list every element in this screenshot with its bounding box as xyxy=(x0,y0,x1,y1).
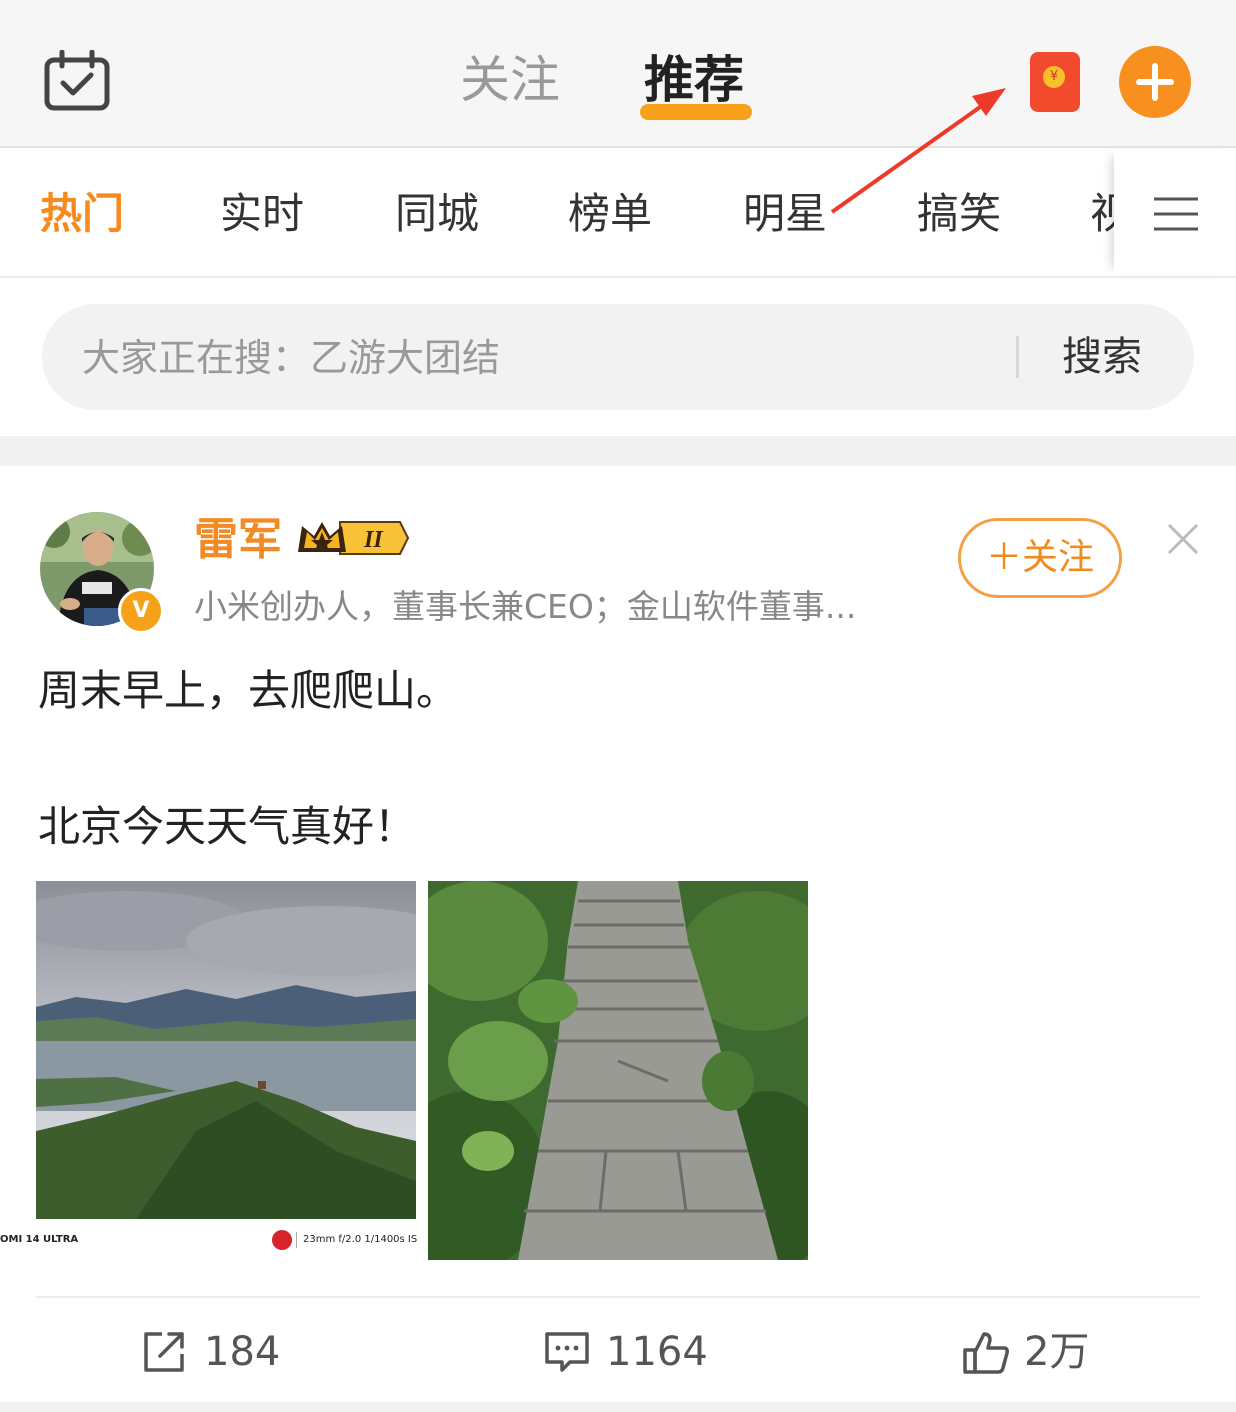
like-button[interactable]: 2万 xyxy=(962,1326,1102,1378)
channel-tab-realtime[interactable]: 实时 xyxy=(220,186,304,242)
channel-tab-local[interactable]: 同城 xyxy=(395,186,479,242)
comment-button[interactable]: 1164 xyxy=(544,1326,724,1378)
red-packet-coin: ¥ xyxy=(1043,66,1065,88)
repost-button[interactable]: 184 xyxy=(142,1326,302,1378)
thumbs-up-icon xyxy=(963,1332,1009,1374)
photo-watermark-model: OMI 14 ULTRA xyxy=(0,1234,79,1245)
search-divider xyxy=(1016,336,1019,378)
author-name[interactable]: 雷军 xyxy=(194,512,282,568)
search-button[interactable]: 搜索 xyxy=(1062,330,1142,384)
leica-logo-icon xyxy=(272,1230,292,1250)
channel-tab-celebrity[interactable]: 明星 xyxy=(743,186,827,242)
tab-recommend[interactable]: 推荐 xyxy=(644,48,744,112)
action-bar-divider xyxy=(36,1296,1200,1298)
share-icon xyxy=(144,1332,184,1372)
tab-follow[interactable]: 关注 xyxy=(460,48,560,112)
photo-watermark-exif: 23mm f/2.0 1/1400s IS xyxy=(303,1234,418,1245)
menu-icon[interactable] xyxy=(1154,196,1198,232)
watermark-separator xyxy=(296,1232,297,1248)
channel-tab-ranking[interactable]: 榜单 xyxy=(568,186,652,242)
post-photo-stairs[interactable] xyxy=(428,881,808,1260)
comment-count: 1164 xyxy=(606,1329,708,1375)
post-text-line: 周末早上，去爬爬山。 xyxy=(38,666,459,715)
repost-count: 184 xyxy=(204,1329,281,1375)
search-placeholder: 大家正在搜：乙游大团结 xyxy=(82,336,501,380)
landscape-image xyxy=(36,881,416,1219)
crown-level: II xyxy=(363,527,384,553)
channel-tab-funny[interactable]: 搞笑 xyxy=(917,186,1001,242)
feed-separator xyxy=(0,1402,1236,1412)
calendar-check-icon[interactable] xyxy=(44,50,110,112)
channel-tab-video[interactable]: 视 xyxy=(1090,186,1116,242)
author-bio: 小米创办人，董事长兼CEO；金山软件董事... xyxy=(194,587,857,626)
section-divider xyxy=(0,436,1236,466)
close-icon[interactable] xyxy=(1166,522,1200,556)
channel-tab-hot[interactable]: 热门 xyxy=(40,186,124,242)
follow-button[interactable]: ＋关注 xyxy=(958,518,1122,598)
post-text-line: 北京今天天气真好！ xyxy=(38,802,417,851)
verified-badge: V xyxy=(118,588,164,634)
comment-icon xyxy=(545,1332,589,1372)
plus-icon[interactable] xyxy=(1119,46,1191,118)
crown-badge-icon: II xyxy=(298,521,410,555)
like-count: 2万 xyxy=(1024,1329,1090,1375)
